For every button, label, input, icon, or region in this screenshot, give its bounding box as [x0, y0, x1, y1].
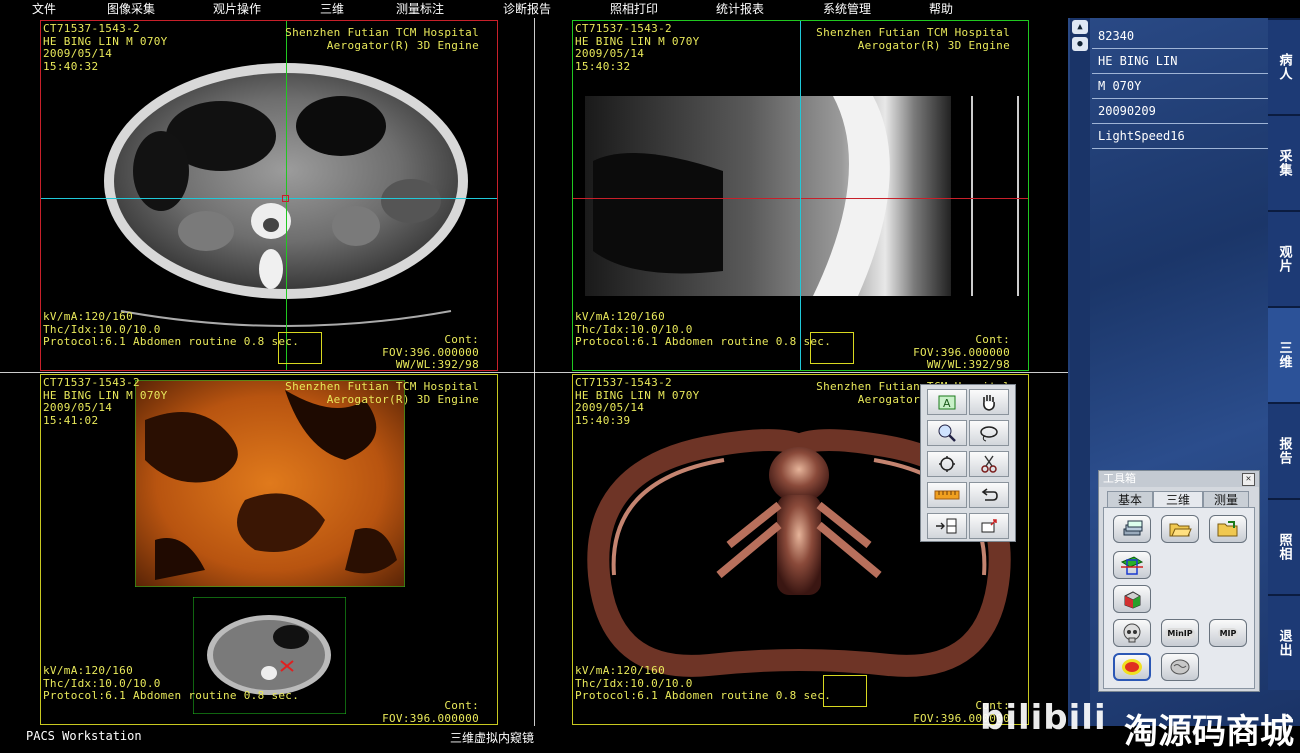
open-folder-icon[interactable] [1161, 515, 1199, 543]
lasso-icon[interactable] [969, 420, 1009, 446]
menu-photo-print[interactable]: 照相打印 [610, 1, 658, 17]
patient-name: HE BING LIN [1092, 49, 1268, 74]
toolbox-tab-measure[interactable]: 测量 [1203, 491, 1249, 508]
menu-bar: 文件 图像采集 观片操作 三维 测量标注 诊断报告 照相打印 统计报表 系统管理… [0, 0, 1068, 18]
menu-measure-annotate[interactable]: 测量标注 [396, 1, 444, 17]
scroll-dot-icon[interactable]: ● [1072, 37, 1088, 51]
study-date: 20090209 [1092, 99, 1268, 124]
tab-view[interactable]: 观片 [1268, 210, 1300, 306]
mip-label: MIP [1217, 627, 1239, 639]
tab-3d[interactable]: 三维 [1268, 306, 1300, 402]
viewport-axial[interactable]: CT71537-1543-2 HE BING LIN M 070Y 2009/05/… [40, 20, 498, 371]
close-icon[interactable]: ✕ [1242, 473, 1255, 486]
viewport-endoscopy[interactable]: CT71537-1543-2 HE BING LIN M 070Y 2009/05/… [40, 374, 498, 725]
menu-help[interactable]: 帮助 [929, 1, 953, 17]
mpr-planes-icon[interactable] [1113, 551, 1151, 579]
overlay-top-right: Shenzhen Futian TCM Hospital Aerogator(R)… [285, 26, 479, 52]
menu-3d[interactable]: 三维 [320, 1, 344, 17]
overlay-top-left: CT71537-1543-2 HE BING LIN M 070Y 2009/05/… [43, 22, 168, 73]
minip-label: MinIP [1165, 627, 1195, 639]
overlay-top-right: Shenzhen Futian TCM Hospital Aerogator(R)… [816, 26, 1010, 52]
tab-acquire[interactable]: 采集 [1268, 114, 1300, 210]
tab-exit[interactable]: 退出 [1268, 594, 1300, 690]
scanner-model: LightSpeed16 [1092, 124, 1268, 149]
tab-photo[interactable]: 照相 [1268, 498, 1300, 594]
side-scrollbar[interactable] [1070, 18, 1090, 726]
toolbox-tab-3d[interactable]: 三维 [1153, 491, 1203, 508]
patient-id: 82340 [1092, 24, 1268, 49]
overlay-bottom-left: kV/mA:120/160 Thc/Idx:10.0/10.0 Protocol:6… [43, 310, 300, 348]
svg-text:A: A [943, 397, 951, 410]
menu-file[interactable]: 文件 [32, 1, 56, 17]
toolbox-window: 工具箱 ✕ 基本 三维 测量 MinIP MIP [1098, 470, 1260, 692]
patient-sex-age: M 070Y [1092, 74, 1268, 99]
overlay-bottom-right: Cont: FOV:396.000000 [382, 699, 479, 725]
side-tabs: 病人 采集 观片 三维 报告 照相 退出 [1268, 18, 1300, 726]
overlay-bottom-right: Cont: FOV:396.000000 WW/WL:392/98 [382, 333, 479, 371]
mip-button[interactable]: MIP [1209, 619, 1247, 647]
watermark-text: 淘源码商城 [1124, 712, 1294, 752]
minip-button[interactable]: MinIP [1161, 619, 1199, 647]
annotate-text-icon[interactable]: A [927, 389, 967, 415]
skull-icon[interactable] [1113, 619, 1151, 647]
menu-statistics[interactable]: 统计报表 [716, 1, 764, 17]
stack-layers-icon[interactable] [1113, 515, 1151, 543]
heatmap-render-icon[interactable] [1113, 653, 1151, 681]
crosshair-center [282, 195, 289, 202]
crosshair-horizontal [41, 198, 497, 199]
overlay-bottom-left: kV/mA:120/160 Thc/Idx:10.0/10.0 Protocol:6… [575, 664, 832, 702]
toolbox-tab-basic[interactable]: 基本 [1107, 491, 1153, 508]
viewport-sagittal[interactable]: CT71537-1543-2 HE BING LIN M 070Y 2009/05/… [572, 20, 1029, 371]
overlay-bottom-right: Cont: FOV:396.000000 WW/WL:392/98 [913, 333, 1010, 371]
overlay-top-left: CT71537-1543-2 HE BING LIN M 070Y 2009/05/… [575, 376, 700, 427]
scroll-up-icon[interactable]: ▲ [1072, 20, 1088, 34]
zoom-icon[interactable] [927, 420, 967, 446]
status-app-name: PACS Workstation [26, 729, 142, 743]
roi-gear-icon[interactable] [927, 451, 967, 477]
undo-icon[interactable] [969, 482, 1009, 508]
menu-diagnosis-report[interactable]: 诊断报告 [503, 1, 551, 17]
patient-info: 82340 HE BING LIN M 070Y 20090209 LightS… [1092, 24, 1268, 149]
endoscopy-render [135, 380, 405, 587]
pan-hand-icon[interactable] [969, 389, 1009, 415]
crosshair-horizontal [573, 198, 1028, 199]
ruler-icon[interactable] [927, 482, 967, 508]
cube-icon[interactable] [1113, 585, 1151, 613]
scissors-icon[interactable] [969, 451, 1009, 477]
tab-report[interactable]: 报告 [1268, 402, 1300, 498]
menu-image-capture[interactable]: 图像采集 [107, 1, 155, 17]
status-bar: PACS Workstation 三维虚拟内窥镜 [0, 726, 1068, 750]
status-mode: 三维虚拟内窥镜 [450, 731, 535, 745]
save-folder-icon[interactable] [1209, 515, 1247, 543]
menu-system-admin[interactable]: 系统管理 [823, 1, 871, 17]
overlay-top-left: CT71537-1543-2 HE BING LIN M 070Y 2009/05/… [575, 22, 700, 73]
overlay-bottom-left: kV/mA:120/160 Thc/Idx:10.0/10.0 Protocol:6… [43, 664, 300, 702]
menu-view-operations[interactable]: 观片操作 [213, 1, 261, 17]
export-icon[interactable] [969, 513, 1009, 539]
overlay-bottom-left: kV/mA:120/160 Thc/Idx:10.0/10.0 Protocol:6… [575, 310, 832, 348]
toolbox-title: 工具箱 [1099, 471, 1259, 487]
layout-split-icon[interactable] [927, 513, 967, 539]
tool-palette: A [920, 384, 1016, 542]
brain-render-icon[interactable] [1161, 653, 1199, 681]
overlay-top-right: Shenzhen Futian TCM Hospital Aerogator(R)… [285, 380, 479, 406]
bilibili-logo: bilibili [980, 698, 1107, 738]
viewport-divider-horizontal [0, 372, 1068, 373]
overlay-top-left: CT71537-1543-2 HE BING LIN M 070Y 2009/05/… [43, 376, 168, 427]
tab-patient[interactable]: 病人 [1268, 18, 1300, 114]
